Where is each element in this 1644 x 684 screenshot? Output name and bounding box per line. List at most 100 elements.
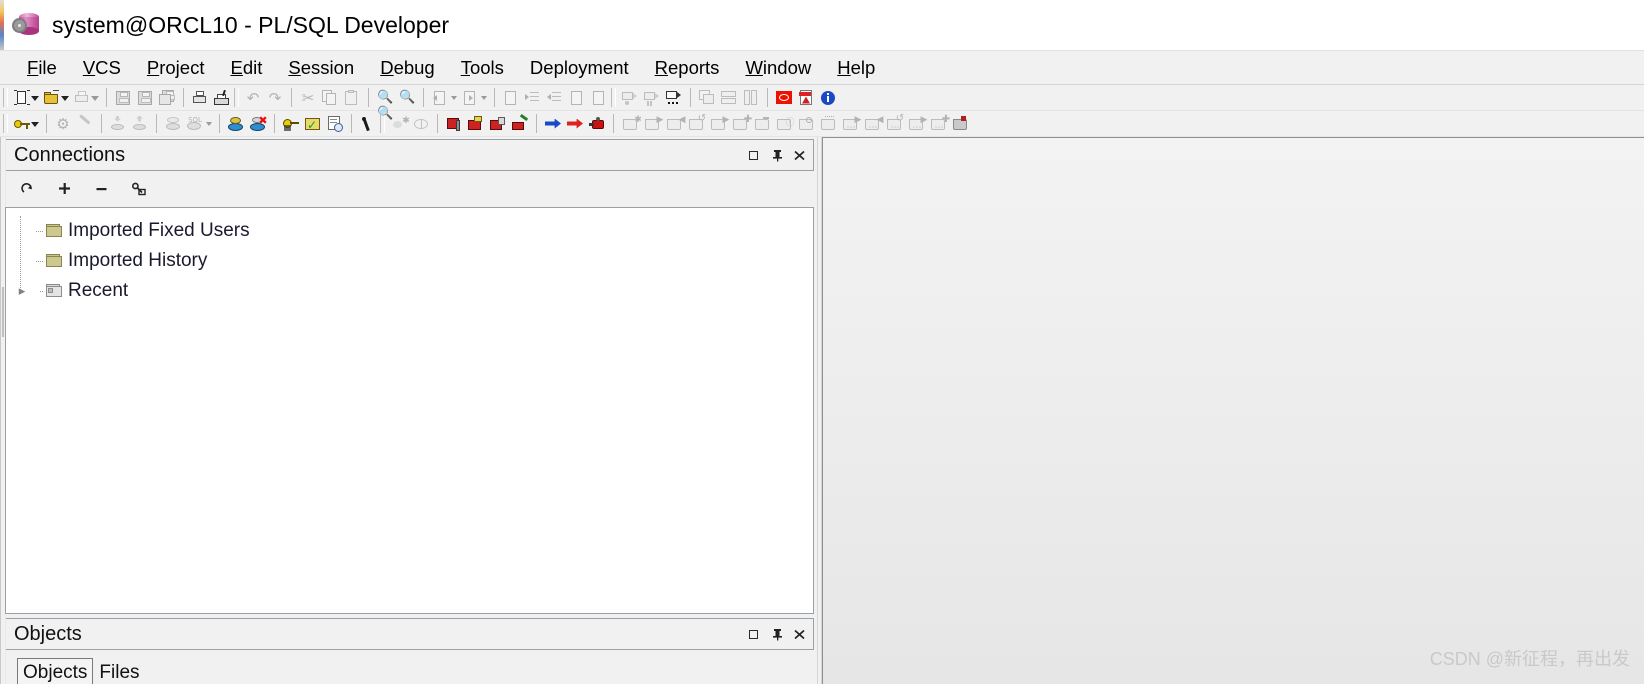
folder-icon: [46, 254, 63, 268]
menu-reports[interactable]: Reports: [642, 55, 733, 81]
connections-panel: Connections Imported Fixed Users Importe…: [0, 137, 817, 614]
pause-macro-icon: [641, 87, 663, 109]
print-icon[interactable]: [189, 87, 211, 109]
open-file-icon[interactable]: [41, 87, 71, 109]
settings-gear-icon: ⚙: [56, 114, 70, 133]
toolbar-separator: [183, 88, 184, 107]
window-edge-stripe: [0, 0, 4, 50]
history-report-icon[interactable]: [324, 113, 346, 135]
execute-sql-icon: SQL: [184, 113, 214, 135]
task-list-icon[interactable]: ✓: [302, 113, 324, 135]
trigger-icon[interactable]: [509, 113, 531, 135]
auto-hide-pin-button[interactable]: [771, 149, 784, 162]
menu-deployment[interactable]: Deployment: [517, 55, 642, 81]
browser-folder-open-icon: ↺: [685, 113, 707, 135]
tree-connector-icon: [30, 283, 46, 299]
oracle-database-icon: [12, 10, 42, 40]
menu-tools[interactable]: Tools: [448, 55, 517, 81]
menu-session[interactable]: Session: [275, 55, 367, 81]
toolbar-separator: [291, 88, 292, 107]
toolbar-separator: [351, 114, 352, 133]
tree-item-label: Imported Fixed Users: [68, 220, 250, 241]
objects-tabs: Objects Files: [5, 650, 814, 684]
objects-panel: Objects Objects Files: [0, 614, 817, 684]
sql-window-key-icon[interactable]: [11, 113, 41, 135]
test-window-icon[interactable]: [225, 113, 247, 135]
copy-icon: [319, 87, 341, 109]
toolbar-separator: [613, 114, 614, 133]
maximize-panel-button[interactable]: [749, 149, 762, 162]
package-body-icon[interactable]: [465, 113, 487, 135]
record-macro-icon: [619, 87, 641, 109]
close-panel-button[interactable]: [793, 628, 806, 641]
navigate-forward-icon: [459, 87, 489, 109]
export-pdf-icon[interactable]: [795, 87, 817, 109]
toolbar-separator: [767, 88, 768, 107]
tile-horizontal-icon: [718, 87, 740, 109]
play-macro-icon[interactable]: [663, 87, 685, 109]
new-object-icon: ✱: [388, 113, 410, 135]
tree-item-imported-history[interactable]: Imported History: [6, 246, 813, 276]
toolbar-grip[interactable]: [3, 88, 8, 107]
stop-debug-icon[interactable]: [586, 113, 608, 135]
export-data-icon: [129, 113, 151, 135]
toolbar-grip[interactable]: [3, 114, 8, 133]
undo-icon: ↶: [246, 88, 260, 107]
browser-folder-grid-icon: [817, 113, 839, 135]
toolbar-grip[interactable]: [234, 88, 239, 107]
toolbar-separator: [494, 88, 495, 107]
toolbar-grip[interactable]: [611, 88, 616, 107]
refresh-connections-button[interactable]: [19, 180, 37, 198]
folder-icon: [46, 284, 63, 298]
indent-icon: [522, 87, 544, 109]
maximize-panel-button[interactable]: [749, 628, 762, 641]
menu-edit[interactable]: Edit: [217, 55, 275, 81]
add-connection-button[interactable]: [56, 180, 74, 198]
mdi-workspace[interactable]: CSDN @新征程，再出发: [822, 137, 1644, 684]
remove-connection-button[interactable]: [93, 180, 111, 198]
browser-folder-search-icon: [795, 113, 817, 135]
rollback-icon[interactable]: ✖: [247, 113, 269, 135]
secondary-toolbar: ⚙ SQL ✖ ✓ ✱ ✱ ▶ ◀ ↺ ▶ ✚ ⓘ ▶ ⋯ ◀ ⋯ ↺ ⋯ ▶ …: [0, 111, 1644, 137]
tools-wrench-icon[interactable]: [357, 113, 379, 135]
toolbar-separator: [368, 88, 369, 107]
print-setup-icon[interactable]: [211, 87, 233, 109]
close-panel-button[interactable]: [793, 149, 806, 162]
menu-project[interactable]: Project: [134, 55, 218, 81]
tree-item-recent[interactable]: ▸ Recent: [6, 276, 813, 306]
menu-help[interactable]: Help: [824, 55, 888, 81]
session-key-icon[interactable]: [280, 113, 302, 135]
tab-objects[interactable]: Objects: [17, 658, 94, 684]
step-into-icon[interactable]: [542, 113, 564, 135]
find-next-icon: 🔍: [399, 89, 416, 105]
edit-connection-button[interactable]: [130, 180, 148, 198]
navigate-back-icon: [429, 87, 459, 109]
toolbar-separator: [423, 88, 424, 107]
toolbar-separator: [437, 114, 438, 133]
browse-object-icon: [410, 113, 432, 135]
new-file-icon[interactable]: [11, 87, 41, 109]
window-title: system@ORCL10 - PL/SQL Developer: [52, 11, 450, 38]
browser-folder-more-prev-icon: ◀ ⋯: [861, 113, 883, 135]
procedure-icon[interactable]: [487, 113, 509, 135]
oracle-logo-icon[interactable]: [773, 87, 795, 109]
objects-panel-controls: [749, 628, 809, 641]
main-area: Connections Imported Fixed Users Importe…: [0, 137, 1644, 684]
menu-vcs[interactable]: VCS: [70, 55, 134, 81]
connections-tree[interactable]: Imported Fixed Users Imported History ▸ …: [5, 207, 814, 614]
tree-item-imported-fixed-users[interactable]: Imported Fixed Users: [6, 216, 813, 246]
browser-folder-lock-icon: [949, 113, 971, 135]
about-info-icon[interactable]: [817, 87, 839, 109]
browser-folder-minimize-icon: [751, 113, 773, 135]
menu-bar: File VCS Project Edit Session Debug Tool…: [0, 50, 1644, 85]
tab-files[interactable]: Files: [93, 659, 145, 684]
menu-window[interactable]: Window: [732, 55, 824, 81]
chevron-right-icon[interactable]: ▸: [14, 283, 30, 299]
auto-hide-pin-button[interactable]: [771, 628, 784, 641]
browser-folder-forward-icon: ▶: [707, 113, 729, 135]
menu-debug[interactable]: Debug: [367, 55, 448, 81]
package-icon[interactable]: [443, 113, 465, 135]
step-over-icon[interactable]: [564, 113, 586, 135]
menu-file[interactable]: File: [14, 55, 70, 81]
toolbar-separator: [46, 114, 47, 133]
